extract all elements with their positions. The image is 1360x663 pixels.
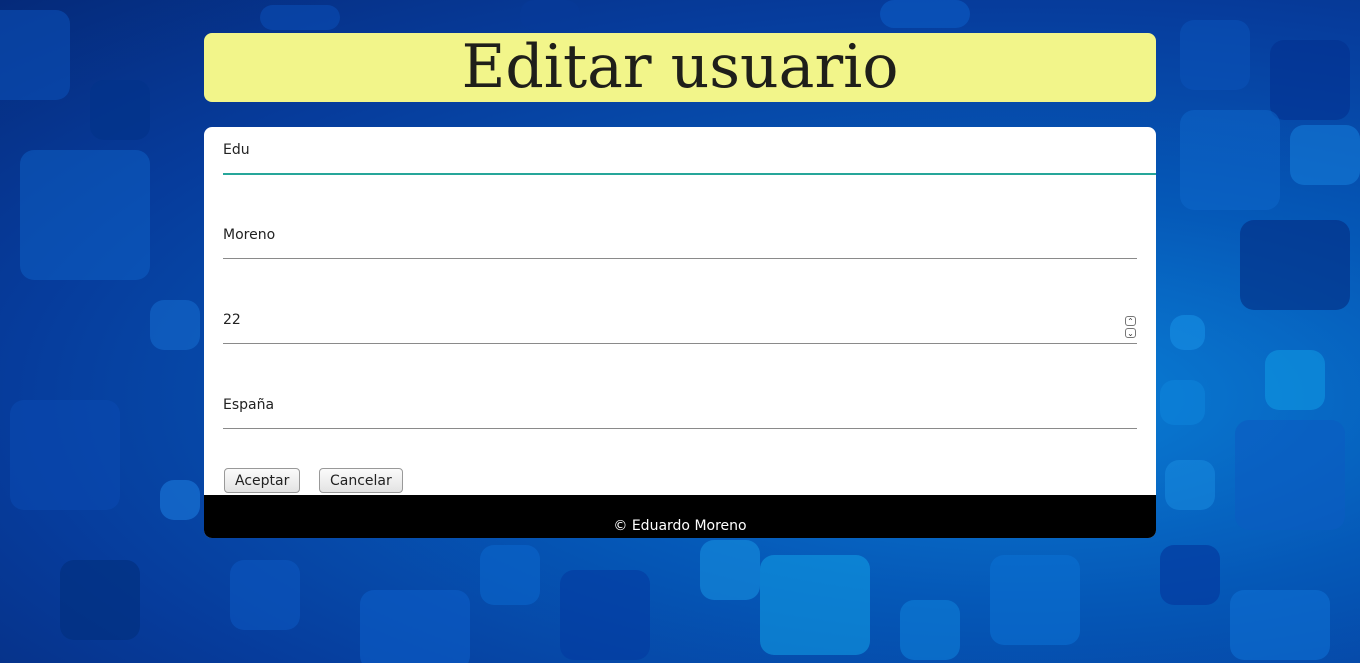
- chevron-down-icon[interactable]: ⌄: [1125, 328, 1136, 338]
- nombre-input[interactable]: [223, 127, 1156, 173]
- pais-field-wrapper: [223, 382, 1137, 429]
- accept-button[interactable]: Aceptar: [224, 468, 301, 493]
- number-spinner: ⌃ ⌄: [1125, 316, 1137, 340]
- nombre-field-wrapper: [223, 127, 1156, 175]
- page-footer: © Eduardo Moreno: [204, 495, 1156, 538]
- page-title: Editar usuario: [461, 32, 899, 102]
- edad-field-wrapper: ⌃ ⌄: [223, 297, 1137, 344]
- edit-user-form: ⌃ ⌄ Aceptar Cancelar © Eduardo Moreno: [204, 127, 1156, 538]
- cancel-button[interactable]: Cancelar: [319, 468, 403, 493]
- apellido-field-wrapper: [223, 212, 1137, 259]
- page-header: Editar usuario: [204, 33, 1156, 102]
- apellido-input[interactable]: [223, 212, 1137, 258]
- pais-input[interactable]: [223, 382, 1137, 428]
- chevron-up-icon[interactable]: ⌃: [1125, 316, 1136, 326]
- edad-input[interactable]: [223, 297, 1137, 343]
- copyright-text: © Eduardo Moreno: [613, 518, 747, 534]
